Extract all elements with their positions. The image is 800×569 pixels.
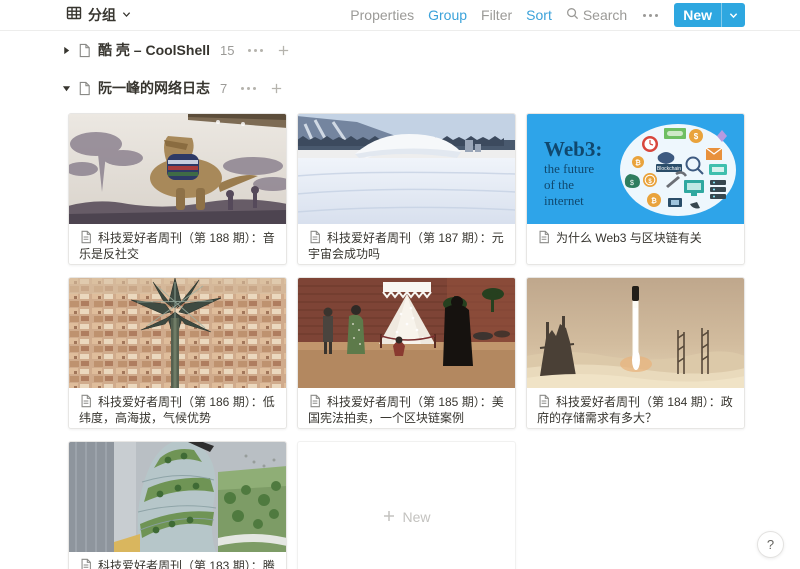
svg-text:of the: of the bbox=[544, 177, 574, 192]
card-cover-city-star bbox=[69, 278, 286, 388]
card-cover-dinosaur-museum bbox=[69, 114, 286, 224]
card-cover-snow-building bbox=[298, 114, 515, 224]
group-more-icon[interactable] bbox=[241, 87, 256, 90]
card-issue-183[interactable]: 科技爱好者周刊（第 183 期）：腾讯的员工退休福利 bbox=[68, 441, 287, 569]
card-title: 科技爱好者周刊（第 185 期）：美国宪法拍卖，一个区块链案例 bbox=[298, 388, 515, 428]
card-issue-186[interactable]: 科技爱好者周刊（第 186 期）：低纬度，高海拔，气候优势 bbox=[68, 277, 287, 429]
page-icon bbox=[77, 81, 92, 96]
card-issue-187[interactable]: 科技爱好者周刊（第 187 期）：元宇宙会成功吗 bbox=[297, 113, 516, 265]
question-mark-icon: ? bbox=[767, 537, 774, 552]
view-switcher[interactable]: 分组 bbox=[66, 5, 131, 26]
card-cover-plaza-tent bbox=[298, 278, 515, 388]
card-issue-184[interactable]: 科技爱好者周刊（第 184 期）：政府的存储需求有多大？ bbox=[526, 277, 745, 429]
plus-icon bbox=[382, 509, 396, 526]
card-title: 科技爱好者周刊（第 184 期）：政府的存储需求有多大？ bbox=[527, 388, 744, 428]
chevron-down-icon bbox=[122, 6, 131, 24]
svg-text:internet: internet bbox=[544, 193, 584, 208]
new-card-label: New bbox=[402, 509, 430, 525]
svg-text:the future: the future bbox=[544, 161, 594, 176]
card-web3[interactable]: $ ₿ Blockchain $ $ ₿ bbox=[526, 113, 745, 265]
card-title: 科技爱好者周刊（第 183 期）：腾讯的员工退休福利 bbox=[69, 552, 286, 569]
card-title: 科技爱好者周刊（第 188 期）：音乐是反社交 bbox=[69, 224, 286, 264]
view-toolbar: Properties Group Filter Sort Search New bbox=[350, 3, 745, 27]
search-label: Search bbox=[583, 7, 627, 23]
card-cover-spiral-tower bbox=[69, 442, 286, 552]
group-button[interactable]: Group bbox=[428, 7, 467, 23]
filter-button[interactable]: Filter bbox=[481, 7, 512, 23]
page-icon bbox=[77, 43, 92, 58]
properties-button[interactable]: Properties bbox=[350, 7, 414, 23]
svg-text:$: $ bbox=[694, 132, 699, 141]
card-cover-web3: $ ₿ Blockchain $ $ ₿ bbox=[527, 114, 744, 224]
card-title: 科技爱好者周刊（第 187 期）：元宇宙会成功吗 bbox=[298, 224, 515, 264]
group-title: 阮一峰的网络日志 bbox=[98, 78, 210, 98]
group-add-icon[interactable] bbox=[270, 82, 283, 95]
new-button-label: New bbox=[674, 7, 721, 23]
new-card-button[interactable]: New bbox=[297, 441, 516, 569]
group-list: 酷 壳 – CoolShell 15 阮一峰的网络日志 7 bbox=[0, 31, 800, 101]
svg-text:₿: ₿ bbox=[635, 159, 641, 167]
group-count: 15 bbox=[220, 43, 234, 58]
new-dropdown-button[interactable] bbox=[722, 11, 745, 20]
help-button[interactable]: ? bbox=[757, 531, 784, 558]
gallery-grid: 科技爱好者周刊（第 188 期）：音乐是反社交 bbox=[68, 113, 800, 569]
group-count: 7 bbox=[220, 81, 227, 96]
view-header: 分组 Properties Group Filter Sort Search N… bbox=[0, 0, 800, 31]
svg-text:Blockchain: Blockchain bbox=[657, 166, 681, 172]
card-cover-rocket-launch bbox=[527, 278, 744, 388]
search-button[interactable]: Search bbox=[566, 7, 627, 23]
group-more-icon[interactable] bbox=[248, 49, 263, 52]
sort-button[interactable]: Sort bbox=[526, 7, 552, 23]
more-icon[interactable] bbox=[641, 12, 660, 19]
view-title: 分组 bbox=[88, 5, 116, 25]
card-title: 科技爱好者周刊（第 186 期）：低纬度，高海拔，气候优势 bbox=[69, 388, 286, 428]
table-view-icon bbox=[66, 5, 82, 26]
new-button[interactable]: New bbox=[674, 3, 745, 27]
group-row-coolshell: 酷 壳 – CoolShell 15 bbox=[57, 37, 800, 63]
card-issue-188[interactable]: 科技爱好者周刊（第 188 期）：音乐是反社交 bbox=[68, 113, 287, 265]
group-row-ruanyifeng: 阮一峰的网络日志 7 bbox=[57, 75, 800, 101]
card-issue-185[interactable]: 科技爱好者周刊（第 185 期）：美国宪法拍卖，一个区块链案例 bbox=[297, 277, 516, 429]
svg-text:$: $ bbox=[630, 180, 634, 187]
expand-toggle-icon[interactable] bbox=[57, 41, 75, 59]
svg-text:₿: ₿ bbox=[651, 197, 657, 205]
group-add-icon[interactable] bbox=[277, 44, 290, 57]
collapse-toggle-icon[interactable] bbox=[57, 79, 75, 97]
search-icon bbox=[566, 7, 579, 23]
group-title: 酷 壳 – CoolShell bbox=[98, 40, 210, 60]
svg-text:Web3:: Web3: bbox=[544, 137, 602, 161]
card-title: 为什么 Web3 与区块链有关 bbox=[527, 224, 744, 252]
